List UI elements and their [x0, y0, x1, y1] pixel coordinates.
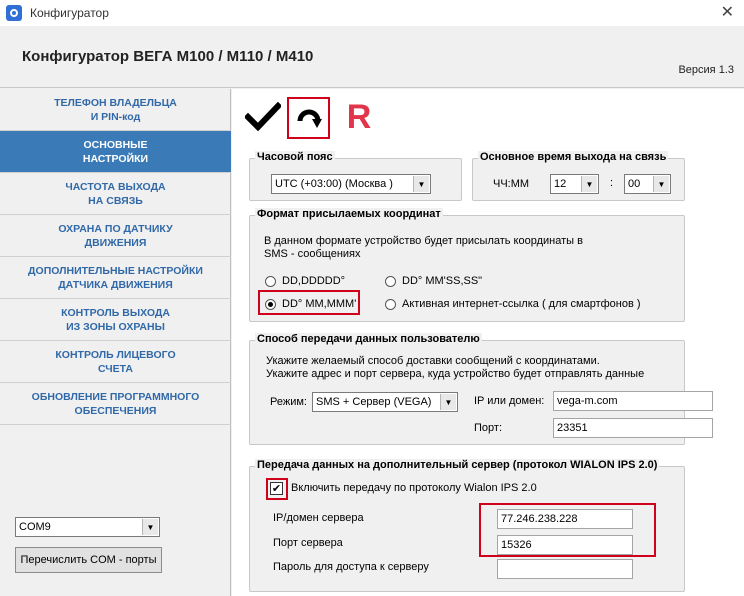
timezone-select[interactable]: UTC (+03:00) (Москва ) ▼	[271, 174, 431, 194]
time-separator: :	[610, 177, 614, 189]
page-title: Конфигуратор ВЕГА М100 / М110 / М410	[22, 48, 314, 65]
sidebar-item-frequency[interactable]: ЧАСТОТА ВЫХОДА НА СВЯЗЬ	[0, 173, 231, 215]
enumerate-ports-button[interactable]: Перечислить COM - порты	[15, 547, 162, 573]
chevron-down-icon[interactable]: ▼	[581, 176, 597, 192]
sidebar-item-main-settings[interactable]: ОСНОВНЫЕ НАСТРОЙКИ	[0, 131, 231, 173]
hours-value: 12	[554, 178, 567, 190]
com-port-value: COM9	[19, 521, 51, 533]
title-bar: Конфигуратор ✕	[0, 0, 744, 26]
mode-select[interactable]: SMS + Сервер (VEGA) ▼	[312, 392, 458, 412]
sidebar-item-motion-guard[interactable]: ОХРАНА ПО ДАТЧИКУ ДВИЖЕНИЯ	[0, 215, 231, 257]
password-input[interactable]	[497, 559, 633, 579]
coords-legend: Формат присылаемых координат	[255, 208, 443, 220]
chevron-down-icon[interactable]: ▼	[413, 176, 429, 192]
chevron-down-icon[interactable]: ▼	[653, 176, 669, 192]
transfer-hint-2: Укажите адрес и порт сервера, куда устро…	[266, 368, 645, 380]
port-label: Порт:	[474, 422, 502, 434]
wialon-enable-label: Включить передачу по протоколу Wialon IP…	[291, 482, 537, 494]
app-header: Конфигуратор ВЕГА М100 / М110 / М410 Вер…	[0, 26, 744, 88]
hours-select[interactable]: 12 ▼	[550, 174, 599, 194]
highlight-frame	[258, 290, 360, 315]
reload-button[interactable]	[287, 97, 330, 139]
radio-link[interactable]	[385, 298, 396, 310]
timezone-legend: Часовой пояс	[255, 151, 335, 163]
sidebar: ТЕЛЕФОН ВЛАДЕЛЬЦА И PIN-код ОСНОВНЫЕ НАС…	[0, 89, 231, 596]
timezone-value: UTC (+03:00) (Москва )	[275, 178, 393, 190]
password-label: Пароль для доступа к серверу	[273, 561, 429, 573]
sidebar-item-motion-extra[interactable]: ДОПОЛНИТЕЛЬНЫЕ НАСТРОЙКИ ДАТЧИКА ДВИЖЕНИ…	[0, 257, 231, 299]
chevron-down-icon[interactable]: ▼	[440, 394, 456, 410]
sidebar-item-zone-control[interactable]: КОНТРОЛЬ ВЫХОДА ИЗ ЗОНЫ ОХРАНЫ	[0, 299, 231, 341]
coords-option-dms[interactable]: DD° MM'SS,SS"	[385, 275, 482, 287]
coords-option-label: DD,DDDDD°	[282, 275, 346, 287]
port-value: 23351	[557, 422, 588, 434]
port-input[interactable]: 23351	[553, 418, 713, 438]
close-icon[interactable]: ✕	[721, 2, 734, 21]
transfer-hint-1: Укажите желаемый способ доставки сообщен…	[266, 355, 600, 367]
time-format-label: ЧЧ:ММ	[493, 178, 530, 190]
com-port-select[interactable]: COM9 ▼	[15, 517, 160, 537]
minutes-value: 00	[628, 178, 641, 190]
server-port-label: Порт сервера	[273, 537, 343, 549]
radio-decimal[interactable]	[265, 275, 276, 287]
wialon-enable-checkbox[interactable]: ✔	[270, 482, 283, 495]
mode-value: SMS + Сервер (VEGA)	[316, 396, 432, 408]
version-label: Версия 1.3	[678, 64, 734, 76]
app-gear-icon	[6, 5, 22, 21]
coords-option-label: DD° MM'SS,SS"	[402, 275, 483, 287]
ip-label: IP или домен:	[474, 395, 545, 407]
reload-icon	[297, 109, 322, 128]
sidebar-item-firmware[interactable]: ОБНОВЛЕНИЕ ПРОГРАММНОГО ОБЕСПЕЧЕНИЯ	[0, 383, 231, 425]
coords-option-label: Активная интернет-ссылка ( для смартфоно…	[402, 298, 641, 310]
radio-dms[interactable]	[385, 275, 396, 287]
mode-label: Режим:	[270, 396, 307, 408]
ip-input[interactable]: vega-m.com	[553, 391, 713, 411]
wialon-legend: Передача данных на дополнительный сервер…	[255, 459, 660, 471]
coords-description: В данном формате устройство будет присыл…	[264, 235, 583, 260]
chevron-down-icon[interactable]: ▼	[142, 519, 158, 535]
sidebar-item-account[interactable]: КОНТРОЛЬ ЛИЦЕВОГО СЧЕТА	[0, 341, 231, 383]
transfer-legend: Способ передачи данных пользователю	[255, 333, 482, 345]
save-button[interactable]	[242, 97, 284, 137]
minutes-select[interactable]: 00 ▼	[624, 174, 671, 194]
checkmark-icon	[245, 102, 281, 132]
r-letter-icon: R	[346, 97, 372, 136]
window-title: Конфигуратор	[30, 6, 109, 20]
wialon-enable-row[interactable]: ✔	[270, 482, 283, 495]
ip-value: vega-m.com	[557, 395, 618, 407]
server-label: IP/домен сервера	[273, 512, 364, 524]
main-time-legend: Основное время выхода на связь	[478, 151, 669, 163]
reset-button[interactable]: R	[338, 97, 380, 137]
coords-option-decimal[interactable]: DD,DDDDD°	[265, 275, 345, 287]
highlight-frame	[479, 503, 656, 557]
coords-option-link[interactable]: Активная интернет-ссылка ( для смартфоно…	[385, 298, 641, 310]
sidebar-item-owner-phone[interactable]: ТЕЛЕФОН ВЛАДЕЛЬЦА И PIN-код	[0, 89, 231, 131]
